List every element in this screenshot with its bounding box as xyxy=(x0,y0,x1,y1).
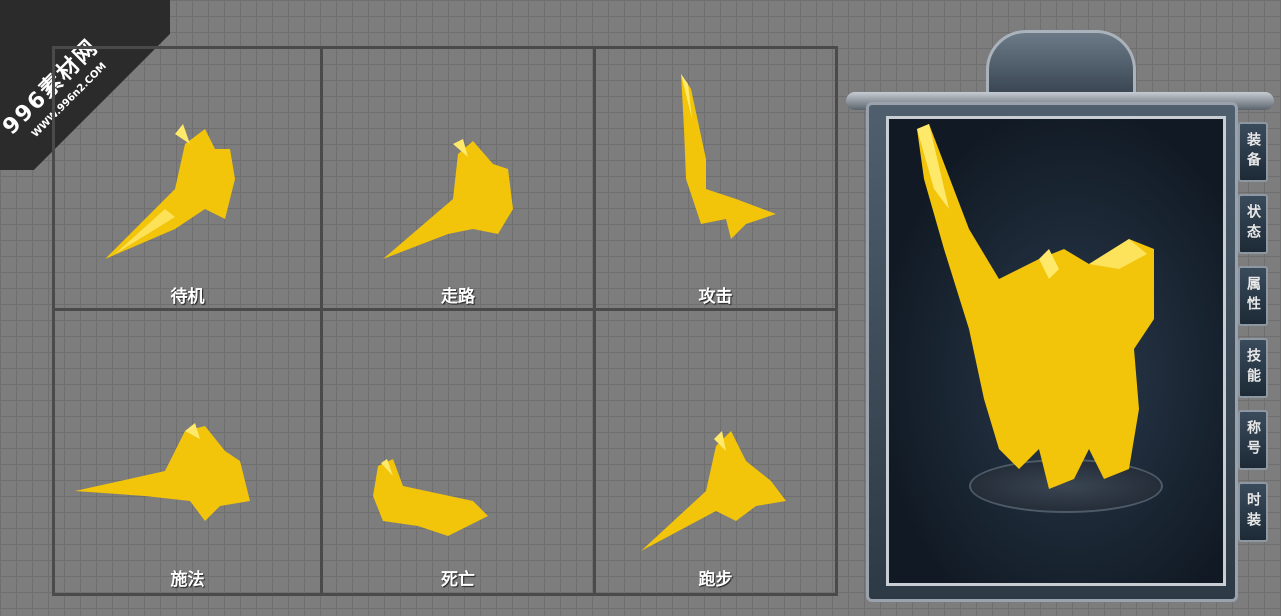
action-cell-idle: 待机 xyxy=(55,49,323,311)
golden-warrior-sprite xyxy=(105,124,235,259)
side-tab-bar: 装备 状态 属性 技能 称号 时装 xyxy=(1238,122,1270,554)
tab-attributes[interactable]: 属性 xyxy=(1238,266,1268,326)
action-label: 施法 xyxy=(170,570,205,590)
character-panel: 装备 状态 属性 技能 称号 时装 xyxy=(846,30,1274,604)
tab-titles[interactable]: 称号 xyxy=(1238,410,1268,470)
golden-warrior-sprite xyxy=(641,431,786,551)
tab-fashion[interactable]: 时装 xyxy=(1238,482,1268,542)
golden-warrior-sprite xyxy=(75,423,250,521)
action-label: 攻击 xyxy=(698,287,733,307)
action-cell-attack: 攻击 xyxy=(596,49,835,311)
action-cell-cast: 施法 xyxy=(55,311,323,593)
golden-warrior-sprite xyxy=(681,74,776,239)
character-view xyxy=(886,116,1226,586)
action-label: 死亡 xyxy=(441,570,475,590)
golden-warrior-sprite xyxy=(373,459,488,536)
tab-skills[interactable]: 技能 xyxy=(1238,338,1268,398)
action-grid: 待机 走路 攻击 施法 死亡 跑步 xyxy=(52,46,838,596)
golden-armored-warrior-icon xyxy=(917,124,1154,489)
action-cell-death: 死亡 xyxy=(323,311,596,593)
golden-warrior-sprite xyxy=(383,139,513,259)
action-cell-walk: 走路 xyxy=(323,49,596,311)
action-label: 走路 xyxy=(441,287,475,307)
action-label: 待机 xyxy=(170,287,205,307)
action-label: 跑步 xyxy=(698,570,733,590)
tab-status[interactable]: 状态 xyxy=(1238,194,1268,254)
tab-equipment[interactable]: 装备 xyxy=(1238,122,1268,182)
action-cell-run: 跑步 xyxy=(596,311,835,593)
